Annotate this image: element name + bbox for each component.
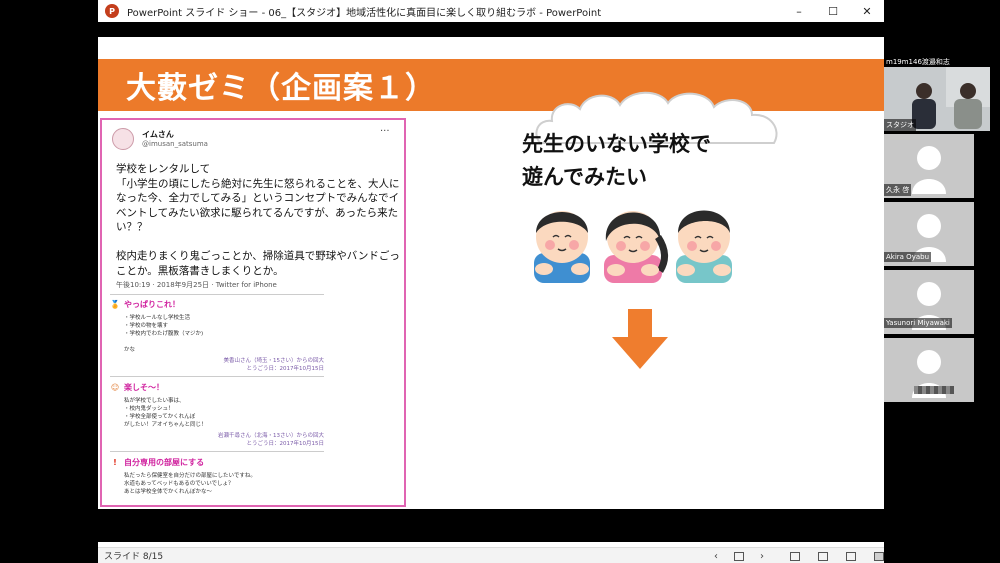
window-title: PowerPoint スライド ショー - 06_【スタジオ】地域活性化に真面目… [127, 7, 602, 19]
answer-credit: 美香山さん（埼玉・15さい）からの回大 とうごう日：2017年10月15日 [223, 358, 325, 372]
tweet-meta: 午後10:19 · 2018年9月25日 · Twitter for iPhon… [116, 281, 277, 289]
tweet-card: イムさん @imusan_satsuma ··· 学校をレンタルして 「小学生の… [100, 118, 406, 507]
answer-heading-text: やっぱりこれ！ [124, 299, 180, 309]
answer-item: 🏅 やっぱりこれ！ ・学校ルールなし学校生活 ・学校の物を壊す ・学校内でわたげ… [110, 298, 324, 377]
participant-tile[interactable]: Akira Oyabu [884, 202, 974, 266]
answer-item: ! 自分専用の部屋にする 私だったら保健室を自分だけの部屋にしたいですね。 水道… [110, 456, 324, 496]
window-controls: – ☐ ✕ [782, 0, 884, 22]
powerpoint-logo-icon: P [105, 4, 119, 18]
reading-view-icon[interactable] [846, 551, 856, 561]
answer-text: 私だったら保健室を自分だけの部屋にしたいですね。 水道もあってベッドもあるのでい… [124, 473, 256, 495]
slide-counter: スライド 8/15 [104, 552, 164, 562]
slide[interactable]: 大藪ゼミ（企画案１） イムさん @imusan_satsuma ··· 学校をレ… [98, 37, 884, 509]
blurred-name [914, 386, 954, 394]
notes-icon[interactable] [734, 551, 744, 561]
tweet-body: 学校をレンタルして 「小学生の頃にしたら絶対に先生に怒られることを、大人になった… [116, 163, 400, 277]
view-controls: ‹ › [710, 548, 902, 563]
avatar [912, 146, 946, 194]
answer-heading: 🏅 やっぱりこれ！ [110, 298, 324, 310]
slide-headline: 先生のいない学校で 遊んでみたい [522, 132, 711, 189]
maximize-button[interactable]: ☐ [816, 0, 850, 22]
tweet-author-name: イムさん [142, 130, 174, 139]
participant-name: Akira Oyabu [884, 252, 932, 262]
next-slide-button[interactable]: › [756, 551, 768, 562]
powerpoint-window: P PowerPoint スライド ショー - 06_【スタジオ】地域活性化に真… [98, 0, 884, 563]
answer-heading: ! 自分専用の部屋にする [110, 456, 324, 468]
slideshow-view-icon[interactable] [874, 551, 884, 561]
answer-text: 私が学校でしたい事は、 ・校内鬼ダッシュ！ ・学校全部使ってかくれんぼ がしたい… [124, 398, 207, 428]
screen: P PowerPoint スライド ショー - 06_【スタジオ】地域活性化に真… [0, 0, 1000, 563]
status-bar: スライド 8/15 ‹ › [98, 547, 884, 563]
answer-heading: ☺ 楽しそ〜！ [110, 381, 324, 393]
answer-heading-text: 自分専用の部屋にする [124, 457, 205, 467]
answer-item: ☺ 楽しそ〜！ 私が学校でしたい事は、 ・校内鬼ダッシュ！ ・学校全部使ってかく… [110, 381, 324, 452]
normal-view-icon[interactable] [790, 551, 800, 561]
title-bar: P PowerPoint スライド ショー - 06_【スタジオ】地域活性化に真… [98, 0, 884, 22]
medal-icon: 🏅 [110, 299, 120, 309]
more-icon[interactable]: ··· [380, 126, 390, 137]
participant-name: Yasunori Miyawaki [884, 318, 952, 328]
close-button[interactable]: ✕ [850, 0, 884, 22]
kids-illustration [534, 210, 732, 283]
answer-credit: 岩瀬千尋さん（北海・13さい）からの回大 とうごう日：2017年10月15日 [218, 433, 324, 447]
divider [110, 451, 324, 452]
studio-video-tile[interactable]: スタジオ [884, 67, 990, 131]
participant-name: スタジオ [884, 119, 916, 131]
smile-icon: ☺ [110, 382, 120, 392]
participants-panel: m19m146渡邉和志 スタジオ 久永 啓 Akira Oyabu Yasuno… [884, 0, 1000, 563]
tweet-author-handle: @imusan_satsuma [142, 140, 208, 148]
exclamation-icon: ! [113, 457, 117, 467]
answer-heading-text: 楽しそ〜！ [124, 382, 164, 392]
down-arrow-icon [612, 309, 668, 369]
participant-tile[interactable]: Yasunori Miyawaki [884, 270, 974, 334]
divider [110, 294, 324, 295]
participant-tile[interactable]: 久永 啓 [884, 134, 974, 198]
answer-text: ・学校ルールなし学校生活 ・学校の物を壊す ・学校内でわたげ腹教（マジか) かな [124, 315, 204, 353]
divider [110, 376, 324, 377]
slide-title: 大藪ゼミ（企画案１） [126, 71, 436, 106]
previous-slide-button[interactable]: ‹ [710, 551, 722, 562]
avatar [112, 128, 134, 150]
minimize-button[interactable]: – [782, 0, 816, 22]
slide-sorter-icon[interactable] [818, 551, 828, 561]
participant-name: 久永 啓 [884, 184, 912, 196]
